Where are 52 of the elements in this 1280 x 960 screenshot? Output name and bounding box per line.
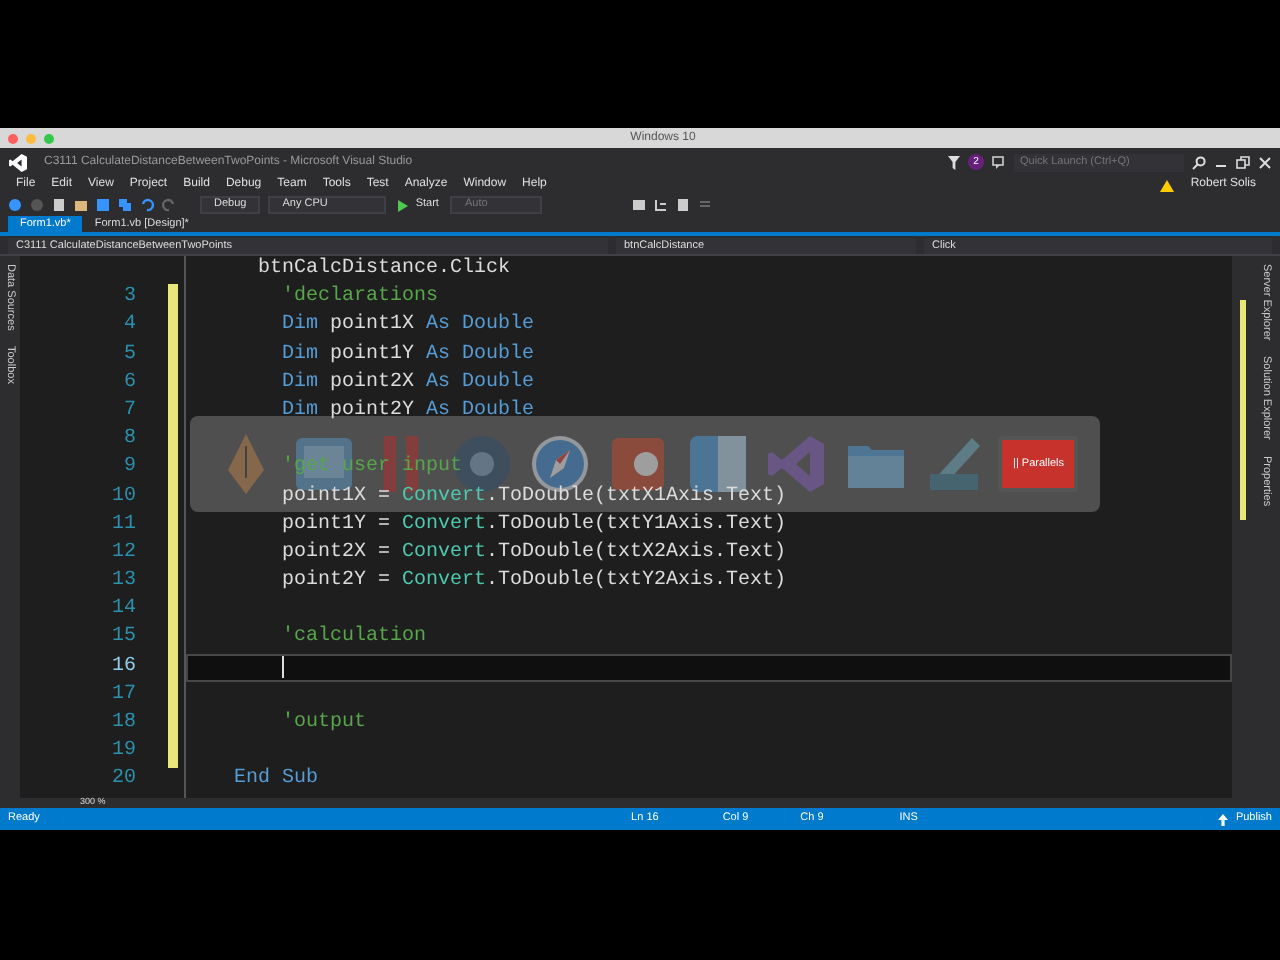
- code-line: point2Y = Convert.ToDouble(txtY2Axis.Text): [280, 570, 787, 593]
- bookmark-icon[interactable]: [676, 198, 690, 212]
- code-line: btnCalcDistance.Click: [256, 258, 511, 280]
- line-number: 15: [111, 626, 136, 649]
- code-line: 'calculation: [280, 626, 427, 649]
- code-line: Dim point1Y As Double: [280, 343, 535, 366]
- line-number: 3: [123, 286, 136, 309]
- code-line: point1Y = Convert.ToDouble(txtY1Axis.Text): [280, 513, 787, 536]
- code-line: 'declarations: [280, 286, 439, 309]
- code-line: point2X = Convert.ToDouble(txtX2Axis.Text): [280, 541, 787, 564]
- restore-icon[interactable]: [1236, 155, 1250, 169]
- filter-icon[interactable]: [948, 155, 960, 169]
- line-number: 8: [123, 428, 136, 451]
- line-number: 7: [123, 399, 136, 422]
- redo-icon[interactable]: [162, 198, 176, 212]
- text-caret: [282, 655, 284, 678]
- code-line: End Sub: [234, 768, 319, 791]
- play-icon: [397, 199, 408, 211]
- code-line: Dim point2X As Double: [280, 371, 535, 394]
- feedback-icon[interactable]: [992, 155, 1006, 169]
- search-icon[interactable]: [1192, 155, 1206, 169]
- code-line: point1X = Convert.ToDouble(txtX1Axis.Text): [280, 485, 787, 507]
- warning-icon: [1160, 179, 1175, 191]
- save-all-icon[interactable]: [118, 198, 132, 212]
- code-line: Dim point2Y As Double: [280, 399, 535, 422]
- folder-icon[interactable]: [74, 198, 88, 212]
- code-editor[interactable]: [20, 256, 1252, 808]
- line-number: 17: [111, 683, 136, 706]
- close-icon[interactable]: [1258, 155, 1272, 169]
- line-number: 18: [111, 712, 136, 734]
- toolbar-icon[interactable]: [632, 198, 646, 212]
- code-line: Dim point1X As Double: [280, 314, 535, 337]
- line-number: 14: [111, 598, 136, 621]
- toolbar-icon[interactable]: [654, 198, 668, 212]
- line-number: 4: [123, 314, 136, 337]
- line-number: 9: [123, 456, 136, 479]
- line-number: 16: [111, 655, 136, 678]
- line-number: 5: [123, 343, 136, 366]
- line-number: 12: [111, 541, 136, 564]
- new-project-icon[interactable]: [52, 198, 66, 212]
- undo-icon[interactable]: [140, 198, 154, 212]
- line-number: 6: [123, 371, 136, 394]
- code-line: 'output: [280, 712, 367, 734]
- back-icon[interactable]: [8, 198, 22, 212]
- line-number: 13: [111, 570, 136, 593]
- upload-icon[interactable]: [1217, 813, 1228, 825]
- line-number: 19: [111, 740, 136, 763]
- line-number: 10: [111, 485, 136, 507]
- app-logo-icon: [8, 153, 28, 171]
- line-number: 11: [111, 513, 136, 536]
- save-icon[interactable]: [96, 198, 110, 212]
- line-number: 20: [111, 768, 136, 791]
